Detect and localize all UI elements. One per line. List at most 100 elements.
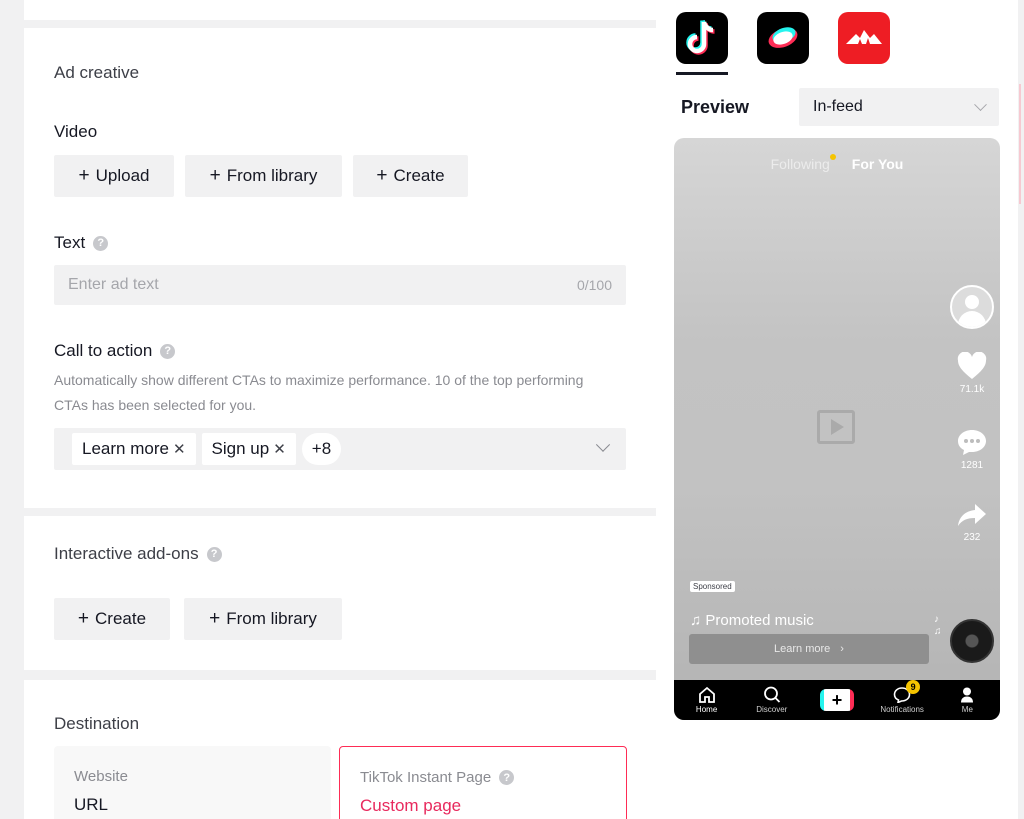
like-action: 71.1k bbox=[950, 352, 994, 395]
share-icon bbox=[958, 504, 986, 526]
tiktok-logo-icon bbox=[686, 20, 715, 55]
plus-icon: + bbox=[209, 608, 221, 629]
destination-website-option[interactable]: Website URL bbox=[54, 746, 331, 819]
tab-for-you: For You bbox=[851, 156, 904, 172]
lemon8-app-tab[interactable] bbox=[757, 12, 809, 64]
create-video-button-label: Create bbox=[393, 166, 445, 185]
chevron-down-icon bbox=[974, 97, 987, 111]
addon-from-library-button[interactable]: + From library bbox=[184, 598, 342, 640]
tab-following-label: Following bbox=[770, 156, 830, 172]
destination-instant-page-key-row: TikTok Instant Page ? bbox=[360, 769, 606, 786]
cta-label: Call to action ? bbox=[54, 341, 176, 361]
video-placeholder-icon bbox=[817, 410, 855, 444]
video-from-library-button-label: From library bbox=[226, 166, 318, 185]
addon-from-library-button-label: From library bbox=[226, 609, 317, 628]
buzzvideo-logo-icon bbox=[846, 30, 882, 44]
active-tab-indicator bbox=[676, 72, 728, 75]
notifications-badge: 9 bbox=[906, 680, 921, 694]
nav-item-home: Home bbox=[677, 686, 737, 714]
like-count: 71.1k bbox=[959, 384, 985, 395]
nav-label-me: Me bbox=[961, 705, 973, 714]
bottom-nav: Home Discover + 9 Notifications Me bbox=[674, 680, 1000, 720]
sponsored-badge: Sponsored bbox=[690, 581, 735, 592]
profile-icon bbox=[961, 687, 974, 703]
ad-text-placeholder: Enter ad text bbox=[68, 276, 159, 293]
placement-select[interactable]: In-feed bbox=[799, 88, 999, 126]
create-addon-button[interactable]: + Create bbox=[54, 598, 170, 640]
upload-video-button-label: Upload bbox=[95, 166, 150, 185]
nav-item-me: Me bbox=[937, 686, 997, 714]
destination-instant-page-option[interactable]: TikTok Instant Page ? Custom page bbox=[339, 746, 627, 819]
destination-website-value: URL bbox=[74, 795, 109, 814]
capcut-app-tab[interactable] bbox=[838, 12, 890, 64]
preview-panel: Preview In-feed Following For You 71.1k bbox=[656, 0, 1024, 819]
section-title-ad-creative: Ad creative bbox=[54, 63, 140, 82]
close-icon[interactable]: ✕ bbox=[173, 440, 186, 458]
top-card bbox=[24, 0, 656, 20]
ad-text-counter: 0/100 bbox=[576, 277, 612, 293]
pangle-logo-icon bbox=[768, 27, 798, 48]
text-label-text: Text bbox=[54, 233, 86, 252]
nav-label-notifications: Notifications bbox=[880, 705, 924, 714]
help-icon[interactable]: ? bbox=[160, 343, 176, 359]
cta-chip-label: Learn more bbox=[82, 439, 169, 458]
cta-chip-label: Sign up bbox=[211, 439, 270, 458]
help-icon[interactable]: ? bbox=[93, 235, 109, 251]
help-icon[interactable]: ? bbox=[206, 546, 222, 562]
close-icon[interactable]: ✕ bbox=[273, 440, 286, 458]
section-title-destination: Destination bbox=[54, 714, 140, 733]
plus-icon: + bbox=[77, 608, 90, 629]
ad-form: Ad creative Video + Upload + From librar… bbox=[24, 0, 656, 819]
interactive-addons-card: Interactive add-ons ? + Create + From li… bbox=[24, 516, 656, 670]
comment-count: 1281 bbox=[960, 460, 984, 471]
right-edge-highlight bbox=[1019, 84, 1021, 204]
nav-item-notifications: 9 Notifications bbox=[872, 680, 932, 714]
search-icon bbox=[763, 686, 780, 703]
nav-item-discover: Discover bbox=[742, 686, 802, 714]
notification-dot bbox=[829, 154, 836, 160]
video-label-text: Video bbox=[54, 122, 98, 141]
plus-icon: + bbox=[376, 165, 388, 186]
video-from-library-button[interactable]: + From library bbox=[185, 155, 342, 197]
cta-label-text: Call to action bbox=[54, 341, 153, 360]
avatar bbox=[950, 285, 994, 329]
share-action: 232 bbox=[950, 502, 994, 543]
tab-following: Following bbox=[770, 154, 836, 172]
text-label: Text ? bbox=[54, 233, 109, 253]
nav-label-discover: Discover bbox=[756, 705, 788, 714]
cta-select[interactable]: Learn more ✕ Sign up ✕ +8 bbox=[54, 428, 626, 470]
destination-card: Destination Website URL TikTok Instant P… bbox=[24, 680, 656, 819]
interactive-addons-label: Interactive add-ons ? bbox=[54, 544, 222, 564]
heart-icon bbox=[957, 352, 987, 379]
create-plus-icon: + bbox=[819, 689, 854, 711]
interactive-addons-title: Interactive add-ons bbox=[54, 544, 199, 563]
chevron-down-icon[interactable] bbox=[595, 437, 611, 452]
video-label: Video bbox=[54, 122, 97, 142]
tiktok-app-tab[interactable] bbox=[676, 12, 728, 64]
plus-icon: + bbox=[78, 165, 90, 186]
destination-website-key: Website bbox=[74, 768, 128, 785]
cta-description: Automatically show different CTAs to max… bbox=[54, 372, 584, 413]
chevron-right-icon: › bbox=[840, 643, 844, 655]
learn-more-cta-button: Learn more › bbox=[689, 634, 929, 664]
music-note-icon: ♪ ♫ bbox=[934, 614, 942, 637]
comment-action: 1281 bbox=[950, 428, 994, 471]
promoted-music-label: ♫ Promoted music bbox=[690, 612, 814, 629]
plus-icon: + bbox=[209, 165, 221, 186]
feed-tabs: Following For You bbox=[674, 154, 1000, 172]
music-disc-icon bbox=[950, 619, 994, 663]
ad-text-input[interactable]: Enter ad text 0/100 bbox=[54, 265, 626, 305]
phone-preview: Following For You 71.1k 1281 232 Sponsor… bbox=[674, 138, 1000, 720]
destination-instant-page-key: TikTok Instant Page bbox=[360, 769, 492, 786]
create-video-button[interactable]: + Create bbox=[353, 155, 468, 197]
cta-chip-sign-up: Sign up ✕ bbox=[201, 433, 296, 465]
upload-video-button[interactable]: + Upload bbox=[54, 155, 174, 197]
help-icon[interactable]: ? bbox=[499, 770, 515, 785]
nav-label-home: Home bbox=[695, 705, 718, 714]
placement-select-value: In-feed bbox=[813, 98, 863, 115]
destination-instant-page-value: Custom page bbox=[360, 796, 462, 815]
preview-label: Preview bbox=[681, 97, 750, 117]
cta-more-chip[interactable]: +8 bbox=[301, 433, 342, 465]
home-icon bbox=[698, 686, 715, 703]
learn-more-cta-label: Learn more bbox=[774, 643, 831, 655]
